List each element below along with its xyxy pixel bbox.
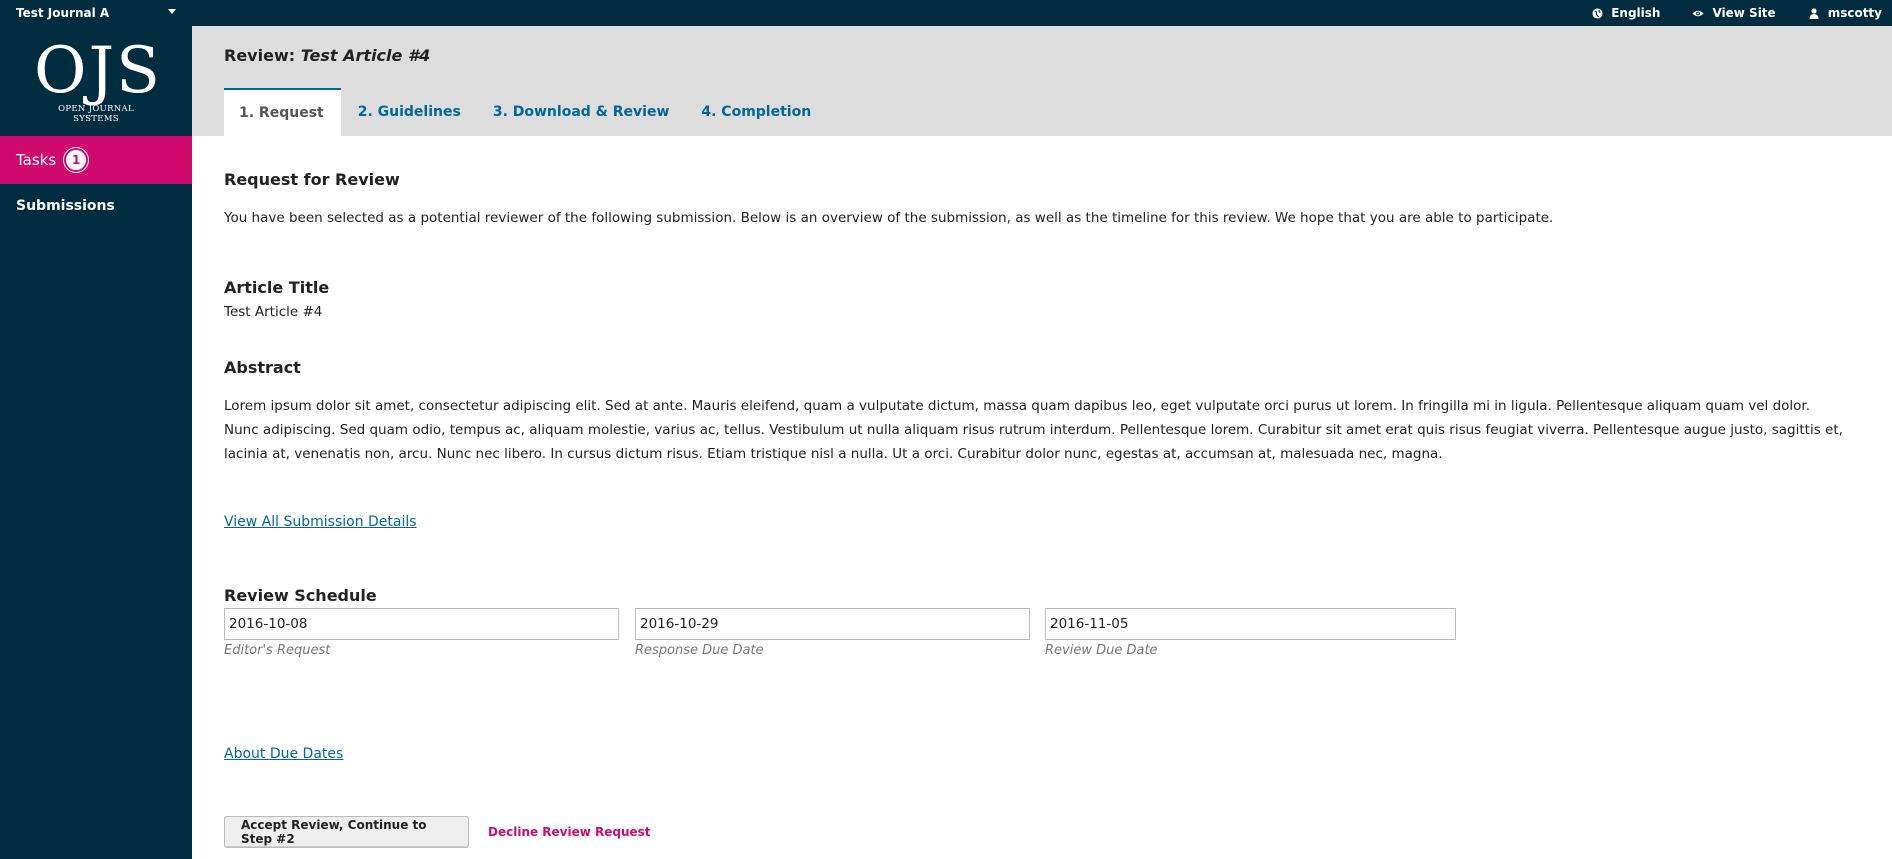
page-title-article: Test Article #4 (300, 46, 431, 65)
response-due-date-field[interactable]: 2016-10-29 (635, 608, 1030, 640)
article-title-heading: Article Title (224, 278, 330, 297)
view-site-label: View Site (1712, 6, 1776, 20)
accept-review-button[interactable]: Accept Review, Continue to Step #2 (224, 816, 469, 848)
sidebar: OJS OPEN JOURNAL SYSTEMS Tasks 1 Submiss… (0, 26, 192, 859)
view-submission-details-link[interactable]: View All Submission Details (224, 514, 417, 530)
page-header: Review: Test Article #4 1. Request 2. Gu… (192, 26, 1892, 136)
sidebar-item-submissions[interactable]: Submissions (16, 198, 115, 214)
user-menu[interactable]: mscotty (1808, 6, 1882, 20)
editors-request-label: Editor's Request (224, 643, 331, 658)
response-due-date-label: Response Due Date (635, 643, 764, 658)
editors-request-date-field[interactable]: 2016-10-08 (224, 608, 619, 640)
request-description: You have been selected as a potential re… (224, 210, 1554, 226)
sidebar-item-tasks[interactable]: Tasks 1 (0, 136, 192, 184)
top-bar: Test Journal A English View Site mscotty (0, 0, 1892, 26)
username-label: mscotty (1827, 6, 1882, 20)
language-label: English (1611, 6, 1661, 20)
decline-review-link[interactable]: Decline Review Request (488, 825, 651, 839)
tab-request[interactable]: 1. Request (224, 88, 341, 136)
globe-icon (1591, 7, 1603, 19)
eye-icon (1692, 7, 1705, 19)
logo-text: OJS (34, 34, 162, 108)
tasks-count-badge: 1 (64, 148, 89, 172)
language-link[interactable]: English (1591, 6, 1660, 20)
ojs-logo[interactable]: OJS OPEN JOURNAL SYSTEMS (34, 34, 162, 130)
request-heading: Request for Review (224, 170, 400, 189)
abstract-text: Lorem ipsum dolor sit amet, consectetur … (224, 398, 1843, 462)
page-title-prefix: Review: (224, 46, 296, 65)
top-right-links: English View Site mscotty (1559, 0, 1882, 26)
review-due-date-label: Review Due Date (1045, 643, 1158, 658)
review-tabs: 1. Request 2. Guidelines 3. Download & R… (224, 88, 828, 136)
article-title-value: Test Article #4 (224, 304, 323, 320)
sidebar-item-label: Tasks (16, 151, 57, 169)
tab-guidelines[interactable]: 2. Guidelines (343, 88, 476, 136)
tab-completion[interactable]: 4. Completion (686, 88, 826, 136)
journal-name: Test Journal A (16, 6, 110, 20)
review-schedule-heading: Review Schedule (224, 586, 377, 605)
journal-switcher[interactable]: Test Journal A (16, 0, 109, 26)
view-site-link[interactable]: View Site (1692, 6, 1776, 20)
page-title: Review: Test Article #4 (224, 46, 430, 65)
abstract-heading: Abstract (224, 358, 301, 377)
chevron-down-icon[interactable] (168, 9, 176, 14)
tab-download-review[interactable]: 3. Download & Review (478, 88, 685, 136)
user-icon (1808, 7, 1820, 19)
review-due-date-field[interactable]: 2016-11-05 (1045, 608, 1456, 640)
about-due-dates-link[interactable]: About Due Dates (224, 746, 343, 762)
